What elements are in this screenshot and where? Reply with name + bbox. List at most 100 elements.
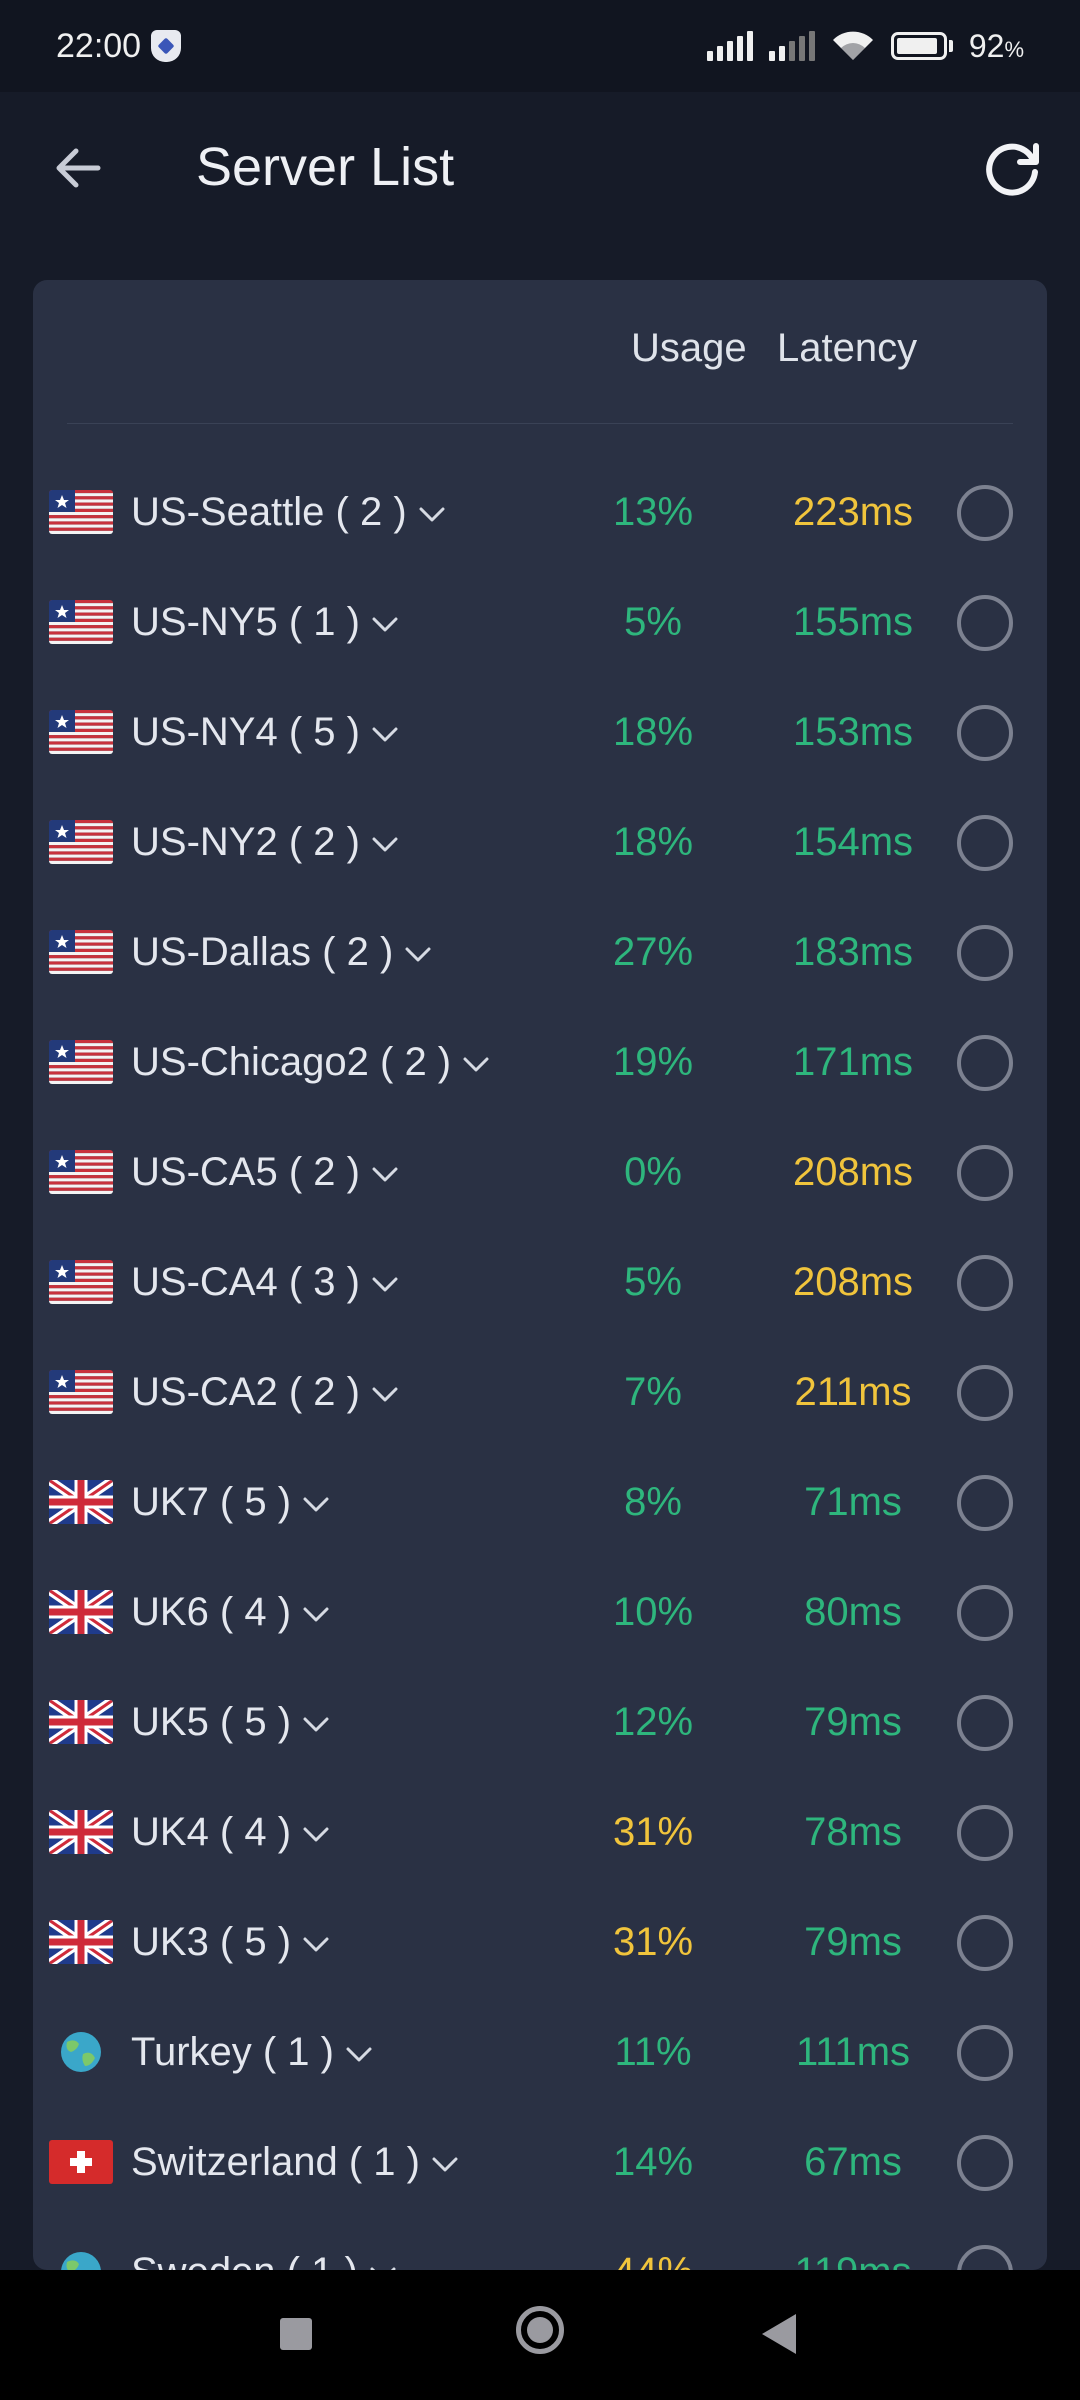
flag-uk-icon bbox=[49, 1480, 113, 1524]
select-server-radio[interactable] bbox=[957, 1805, 1013, 1861]
chevron-down-icon[interactable] bbox=[301, 1489, 331, 1519]
usage-value: 8% bbox=[624, 1480, 682, 1524]
server-name-label: UK4 ( 4 ) bbox=[131, 1810, 292, 1854]
server-name[interactable]: Turkey ( 1 ) bbox=[131, 2030, 374, 2075]
server-name[interactable]: UK3 ( 5 ) bbox=[131, 1920, 331, 1965]
server-row[interactable]: US-NY4 ( 5 ) 18% 153ms bbox=[33, 680, 1047, 790]
status-bar: 22:00 92% bbox=[0, 0, 1080, 92]
server-row[interactable]: UK7 ( 5 ) 8% 71ms bbox=[33, 1450, 1047, 1560]
chevron-down-icon[interactable] bbox=[370, 609, 400, 639]
server-name[interactable]: US-CA4 ( 3 ) bbox=[131, 1260, 400, 1305]
server-row[interactable]: US-Dallas ( 2 ) 27% 183ms bbox=[33, 900, 1047, 1010]
server-name[interactable]: UK5 ( 5 ) bbox=[131, 1700, 331, 1745]
chevron-down-icon[interactable] bbox=[403, 939, 433, 969]
select-server-radio[interactable] bbox=[957, 1475, 1013, 1531]
usage-value: 31% bbox=[612, 1810, 694, 1854]
select-server-radio[interactable] bbox=[957, 815, 1013, 871]
system-nav-bar bbox=[0, 2270, 1080, 2400]
chevron-down-icon[interactable] bbox=[301, 1709, 331, 1739]
server-row[interactable]: UK3 ( 5 ) 31% 79ms bbox=[33, 1890, 1047, 2000]
select-server-radio[interactable] bbox=[957, 1695, 1013, 1751]
chevron-down-icon[interactable] bbox=[370, 829, 400, 859]
server-row[interactable]: Switzerland ( 1 ) 14% 67ms bbox=[33, 2110, 1047, 2220]
server-name[interactable]: US-Dallas ( 2 ) bbox=[131, 930, 433, 975]
server-row[interactable]: UK6 ( 4 ) 10% 80ms bbox=[33, 1560, 1047, 1670]
server-row[interactable]: UK5 ( 5 ) 12% 79ms bbox=[33, 1670, 1047, 1780]
chevron-down-icon[interactable] bbox=[370, 1379, 400, 1409]
chevron-down-icon[interactable] bbox=[461, 1049, 491, 1079]
select-server-radio[interactable] bbox=[957, 1145, 1013, 1201]
server-name[interactable]: Switzerland ( 1 ) bbox=[131, 2140, 460, 2185]
server-name[interactable]: US-NY4 ( 5 ) bbox=[131, 710, 400, 755]
server-name-label: US-CA5 ( 2 ) bbox=[131, 1150, 360, 1194]
select-server-radio[interactable] bbox=[957, 595, 1013, 651]
vpn-shield-icon bbox=[151, 30, 182, 62]
flag-uk-icon bbox=[49, 1700, 113, 1744]
flag-us-icon bbox=[49, 1260, 113, 1304]
select-server-radio[interactable] bbox=[957, 2135, 1013, 2191]
server-name[interactable]: US-Chicago2 ( 2 ) bbox=[131, 1040, 491, 1085]
chevron-down-icon[interactable] bbox=[344, 2039, 374, 2069]
server-name-label: US-NY2 ( 2 ) bbox=[131, 820, 360, 864]
app-bar: Server List bbox=[0, 92, 1080, 252]
back-arrow-icon[interactable] bbox=[48, 138, 108, 198]
server-name[interactable]: US-NY2 ( 2 ) bbox=[131, 820, 400, 865]
header-divider bbox=[67, 423, 1013, 424]
select-server-radio[interactable] bbox=[957, 2025, 1013, 2081]
usage-value: 18% bbox=[612, 820, 694, 864]
server-name[interactable]: Sweden ( 1 ) bbox=[131, 2250, 398, 2270]
chevron-down-icon[interactable] bbox=[417, 499, 447, 529]
select-server-radio[interactable] bbox=[957, 1365, 1013, 1421]
usage-value: 27% bbox=[612, 930, 694, 974]
chevron-down-icon[interactable] bbox=[301, 1599, 331, 1629]
home-circle-icon[interactable] bbox=[516, 2306, 564, 2354]
server-row[interactable]: US-NY2 ( 2 ) 18% 154ms bbox=[33, 790, 1047, 900]
flag-globe-icon bbox=[49, 2250, 113, 2270]
chevron-down-icon[interactable] bbox=[370, 719, 400, 749]
select-server-radio[interactable] bbox=[957, 925, 1013, 981]
chevron-down-icon[interactable] bbox=[370, 1269, 400, 1299]
server-name[interactable]: US-CA2 ( 2 ) bbox=[131, 1370, 400, 1415]
server-row[interactable]: UK4 ( 4 ) 31% 78ms bbox=[33, 1780, 1047, 1890]
server-name[interactable]: US-CA5 ( 2 ) bbox=[131, 1150, 400, 1195]
usage-value: 44% bbox=[593, 2250, 713, 2270]
select-server-radio[interactable] bbox=[957, 1255, 1013, 1311]
refresh-icon[interactable] bbox=[980, 136, 1046, 202]
server-name-label: US-Seattle ( 2 ) bbox=[131, 490, 407, 534]
chevron-down-icon[interactable] bbox=[430, 2149, 460, 2179]
server-row[interactable]: US-CA2 ( 2 ) 7% 211ms bbox=[33, 1340, 1047, 1450]
chevron-down-icon[interactable] bbox=[301, 1819, 331, 1849]
chevron-down-icon[interactable] bbox=[368, 2259, 398, 2271]
server-name-label: Turkey ( 1 ) bbox=[131, 2030, 334, 2074]
server-name-label: US-NY4 ( 5 ) bbox=[131, 710, 360, 754]
flag-us-icon bbox=[49, 820, 113, 864]
server-name[interactable]: US-Seattle ( 2 ) bbox=[131, 490, 447, 535]
server-name[interactable]: UK4 ( 4 ) bbox=[131, 1810, 331, 1855]
chevron-down-icon[interactable] bbox=[370, 1159, 400, 1189]
latency-value: 211ms bbox=[794, 1370, 912, 1414]
latency-value: 79ms bbox=[804, 1700, 902, 1744]
server-row[interactable]: Sweden ( 1 ) 44% 119ms bbox=[33, 2220, 1047, 2270]
server-row[interactable]: Turkey ( 1 ) 11% 111ms bbox=[33, 2000, 1047, 2110]
server-row[interactable]: US-Chicago2 ( 2 ) 19% 171ms bbox=[33, 1010, 1047, 1120]
server-row[interactable]: US-CA5 ( 2 ) 0% 208ms bbox=[33, 1120, 1047, 1230]
latency-header: Latency bbox=[777, 326, 918, 370]
select-server-radio[interactable] bbox=[957, 705, 1013, 761]
chevron-down-icon[interactable] bbox=[301, 1929, 331, 1959]
server-row[interactable]: US-Seattle ( 2 ) 13% 223ms bbox=[33, 460, 1047, 570]
recents-square-icon[interactable] bbox=[280, 2318, 312, 2350]
select-server-radio[interactable] bbox=[957, 1915, 1013, 1971]
server-name[interactable]: UK6 ( 4 ) bbox=[131, 1590, 331, 1635]
select-server-radio[interactable] bbox=[957, 485, 1013, 541]
server-name-label: UK5 ( 5 ) bbox=[131, 1700, 292, 1744]
select-server-radio[interactable] bbox=[957, 1585, 1013, 1641]
server-name[interactable]: UK7 ( 5 ) bbox=[131, 1480, 331, 1525]
server-name[interactable]: US-NY5 ( 1 ) bbox=[131, 600, 400, 645]
latency-value: 208ms bbox=[792, 1260, 914, 1304]
flag-us-icon bbox=[49, 1370, 113, 1414]
server-row[interactable]: US-NY5 ( 1 ) 5% 155ms bbox=[33, 570, 1047, 680]
server-row[interactable]: US-CA4 ( 3 ) 5% 208ms bbox=[33, 1230, 1047, 1340]
select-server-radio[interactable] bbox=[957, 1035, 1013, 1091]
select-server-radio[interactable] bbox=[957, 2245, 1013, 2270]
back-triangle-icon[interactable] bbox=[762, 2314, 796, 2354]
